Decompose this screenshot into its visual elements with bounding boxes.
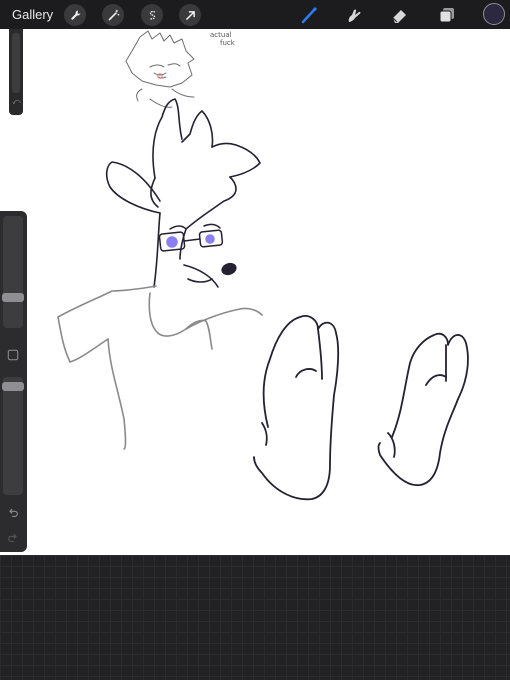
smudge-button[interactable] — [343, 4, 365, 26]
selection-s-icon — [148, 10, 155, 19]
color-picker-swatch[interactable] — [483, 3, 505, 25]
selection-button[interactable] — [141, 4, 163, 26]
actions-wrench-button[interactable] — [64, 4, 86, 26]
sketch-artwork — [57, 30, 469, 501]
modify-button[interactable] — [6, 348, 20, 362]
brush-sidebar — [0, 211, 27, 552]
brush-button[interactable] — [298, 4, 320, 26]
feet-drawing — [253, 315, 469, 501]
annotation-line-1: actual — [210, 31, 232, 39]
wrench-icon — [70, 10, 80, 20]
eraser-icon — [392, 10, 406, 23]
workspace-background — [0, 555, 510, 680]
sidebar-top-track[interactable] — [12, 33, 20, 93]
undo-button[interactable] — [6, 506, 20, 520]
top-toolbar: Gallery — [0, 0, 510, 29]
opacity-thumb[interactable] — [2, 382, 24, 392]
square-modify-icon — [7, 349, 19, 361]
undo-icon-small[interactable]: ⤺ — [12, 97, 21, 107]
undo-icon — [9, 508, 18, 517]
shirt-sketch — [57, 285, 263, 450]
deer-head — [105, 98, 261, 288]
adjustments-wand-button[interactable] — [102, 4, 124, 26]
redo-icon — [8, 533, 17, 542]
redo-button[interactable] — [6, 531, 20, 545]
annotation-line-2: fuck — [220, 39, 235, 47]
brush-size-slider[interactable] — [2, 216, 24, 328]
transform-button[interactable] — [179, 4, 201, 26]
layers-icon — [439, 8, 454, 23]
smudge-icon — [348, 9, 361, 22]
opacity-slider[interactable] — [2, 377, 24, 495]
magic-wand-icon — [108, 9, 119, 20]
layers-button[interactable] — [436, 4, 458, 26]
gallery-button[interactable]: Gallery — [12, 7, 53, 22]
drawing-canvas[interactable]: actual fuck — [0, 29, 510, 555]
eraser-button[interactable] — [389, 4, 411, 26]
small-sketch — [125, 30, 195, 108]
brush-icon — [301, 7, 317, 24]
deer-glasses — [158, 223, 224, 252]
transform-arrow-icon — [185, 10, 195, 20]
brush-size-thumb[interactable] — [2, 293, 24, 303]
sidebar-top-panel: ⤺ — [9, 29, 23, 115]
